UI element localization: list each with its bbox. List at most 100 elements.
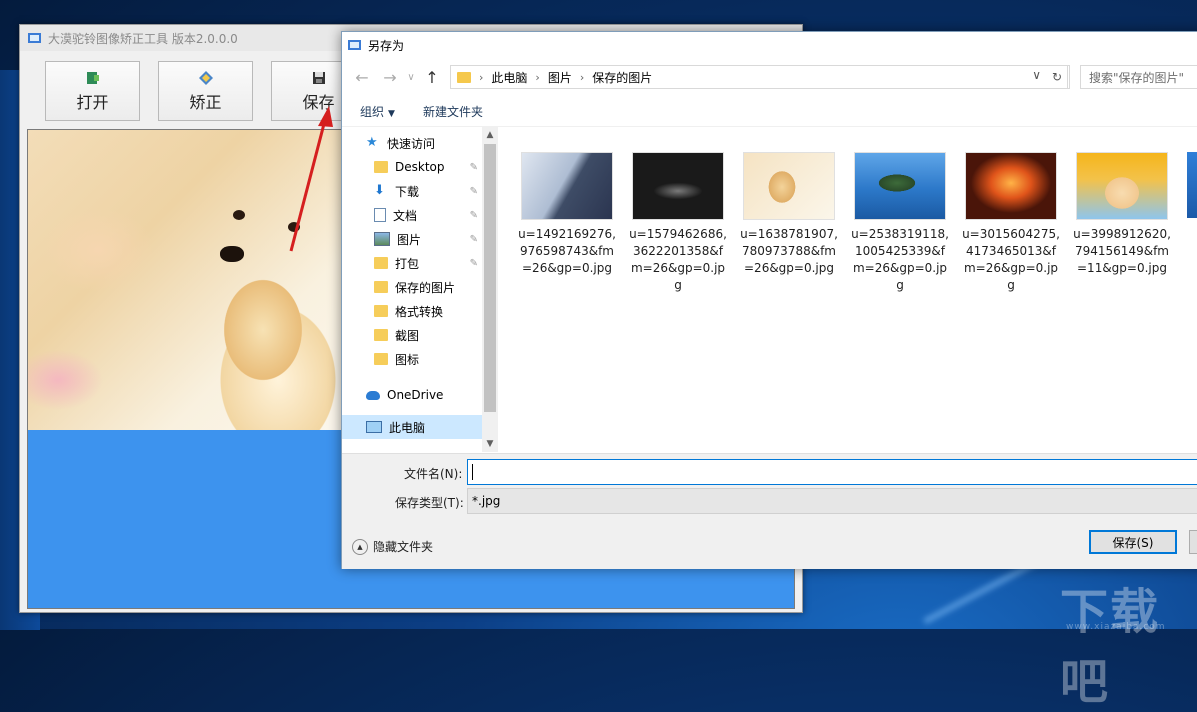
scrollbar-thumb[interactable] — [484, 144, 496, 412]
pin-icon[interactable]: ✎ — [470, 258, 478, 269]
chevron-right-icon: › — [579, 70, 585, 84]
nav-label: 文档 — [393, 208, 418, 223]
correct-icon — [198, 70, 213, 85]
address-bar[interactable]: › 此电脑 › 图片 › 保存的图片 ∨ — [450, 65, 1070, 89]
caret-down-icon: ▼ — [388, 108, 395, 119]
breadcrumb-this-pc[interactable]: 此电脑 — [491, 69, 527, 86]
dialog-title-bar[interactable]: 另存为 — [342, 32, 1197, 58]
nav-onedrive[interactable]: OneDrive — [366, 383, 482, 407]
recent-dropdown-icon[interactable]: ∨ — [404, 72, 418, 83]
file-item[interactable]: u=1492169276,976598743&fm=26&gp=0.jpg — [517, 152, 617, 277]
chevron-down-icon[interactable]: ∨ — [1032, 68, 1041, 82]
file-name: u=1638781907,780973788&fm=26&gp=0.jpg — [740, 227, 838, 275]
nav-label: 打包 — [395, 256, 420, 271]
filename-label: 文件名(N): — [404, 467, 463, 481]
nav-item-documents[interactable]: 文档 ✎ — [374, 203, 482, 227]
nav-item-downloads[interactable]: ⬇ 下载 ✎ — [374, 179, 482, 203]
new-folder-button[interactable]: 新建文件夹 — [423, 103, 483, 120]
scroll-up-icon[interactable]: ▲ — [482, 127, 498, 143]
nav-scrollbar[interactable]: ▲ ▼ — [482, 127, 498, 452]
floppy-disk-icon — [312, 71, 325, 84]
nav-item-saved-pictures[interactable]: 保存的图片 — [374, 275, 482, 299]
breadcrumb-saved-pictures[interactable]: 保存的图片 — [592, 69, 652, 86]
dialog-title: 另存为 — [368, 38, 405, 53]
file-name: u=3015604275,4173465013&fm=26&gp=0.jpg — [962, 227, 1060, 292]
dog-eye — [233, 210, 245, 220]
organize-menu[interactable]: 组织 ▼ — [360, 103, 395, 120]
watermark-subtext: www.xiazaiba.com — [1066, 622, 1166, 632]
search-input[interactable]: 搜索"保存的图片" — [1080, 65, 1197, 89]
nav-this-pc[interactable]: 此电脑 — [342, 415, 482, 439]
filetype-select[interactable]: *.jpg — [467, 488, 1197, 514]
organize-label: 组织 — [360, 104, 385, 119]
nav-label: Desktop — [395, 160, 445, 174]
filename-input[interactable] — [467, 459, 1197, 485]
watermark-text: 下载吧 — [1060, 584, 1161, 710]
scroll-down-icon[interactable]: ▼ — [482, 436, 498, 452]
nav-label: 图片 — [397, 232, 422, 247]
doge-photo — [28, 130, 358, 430]
cloud-icon — [366, 390, 380, 400]
dialog-app-icon — [348, 40, 361, 50]
correct-button[interactable]: 矫正 — [158, 61, 253, 121]
command-bar: 组织 ▼ 新建文件夹 — [342, 96, 1197, 127]
nav-label: 快速访问 — [387, 136, 436, 151]
cancel-button-partial[interactable] — [1189, 530, 1197, 554]
file-thumbnail — [854, 152, 946, 220]
pin-icon[interactable]: ✎ — [470, 234, 478, 245]
dialog-bottom-panel: 文件名(N): 保存类型(T): *.jpg ▲ 隐藏文件夹 保存(S) — [342, 453, 1197, 569]
nav-label: 此电脑 — [389, 420, 426, 435]
file-item[interactable]: u=1579462686,3622201358&fm=26&gp=0.jpg — [628, 152, 728, 294]
file-item[interactable]: u=1638781907,780973788&fm=26&gp=0.jpg — [739, 152, 839, 277]
file-thumbnail — [521, 152, 613, 220]
save-toolbar-label: 保存 — [302, 92, 335, 112]
nav-label: OneDrive — [387, 388, 444, 402]
hide-folders-label: 隐藏文件夹 — [373, 540, 434, 554]
nav-item-desktop[interactable]: Desktop ✎ — [374, 155, 482, 179]
back-arrow-icon[interactable]: ← — [348, 68, 376, 87]
folder-icon — [374, 257, 388, 269]
folder-icon — [457, 71, 471, 83]
pin-icon[interactable]: ✎ — [470, 210, 478, 221]
nav-item-package[interactable]: 打包 ✎ — [374, 251, 482, 275]
nav-label: 格式转换 — [395, 304, 444, 319]
breadcrumb-pictures[interactable]: 图片 — [548, 69, 572, 86]
open-button[interactable]: 打开 — [45, 61, 140, 121]
nav-label: 截图 — [395, 328, 420, 343]
open-label: 打开 — [76, 92, 109, 112]
nav-quick-access[interactable]: ★ 快速访问 — [366, 131, 482, 155]
forward-arrow-icon[interactable]: → — [376, 68, 404, 87]
search-placeholder: 搜索"保存的图片" — [1089, 70, 1185, 85]
file-name: u=1579462686,3622201358&fm=26&gp=0.jpg — [629, 227, 727, 292]
file-name: u=1492169276,976598743&fm=26&gp=0.jpg — [518, 227, 616, 275]
app-title: 大漠驼铃图像矫正工具 版本2.0.0.0 — [48, 31, 238, 46]
file-item[interactable]: u=3998912620,794156149&fm=11&gp=0.jpg — [1072, 152, 1172, 277]
open-icon — [86, 71, 99, 84]
pin-icon[interactable]: ✎ — [470, 186, 478, 197]
download-icon: ⬇ — [374, 183, 385, 198]
nav-label: 图标 — [395, 352, 420, 367]
address-bar-row: ← → ∨ ↑ › 此电脑 › 图片 › 保存的图片 ∨ ↻ 搜索"保存的图片" — [342, 62, 1197, 92]
file-thumbnail — [965, 152, 1057, 220]
chevron-right-icon: › — [479, 70, 484, 84]
folder-icon — [374, 329, 388, 341]
file-item[interactable]: u=3015604275,4173465013&fm=26&gp=0.jpg — [961, 152, 1061, 294]
pin-icon[interactable]: ✎ — [470, 162, 478, 173]
file-item[interactable]: u=2538319118,1005425339&fm=26&gp=0.jpg — [850, 152, 950, 294]
up-arrow-icon[interactable]: ↑ — [418, 68, 446, 87]
dog-nose — [220, 246, 244, 262]
watermark-logo: 下载吧 www.xiazaiba.com — [1060, 572, 1197, 712]
folder-icon — [374, 161, 388, 173]
chevron-up-icon: ▲ — [352, 538, 368, 555]
document-icon — [374, 208, 386, 222]
nav-item-screenshots[interactable]: 截图 — [374, 323, 482, 347]
navigation-pane: ★ 快速访问 Desktop ✎ ⬇ 下载 ✎ 文档 ✎ 图片 ✎ 打包 ✎ 保… — [342, 127, 482, 452]
dog-eye — [288, 222, 300, 232]
hide-folders-toggle[interactable]: ▲ 隐藏文件夹 — [352, 538, 433, 555]
save-button[interactable]: 保存(S) — [1089, 530, 1177, 554]
nav-item-format-convert[interactable]: 格式转换 — [374, 299, 482, 323]
nav-item-pictures[interactable]: 图片 ✎ — [374, 227, 482, 251]
refresh-icon[interactable]: ↻ — [1047, 65, 1068, 89]
app-icon — [28, 33, 41, 43]
nav-item-icons[interactable]: 图标 — [374, 347, 482, 371]
